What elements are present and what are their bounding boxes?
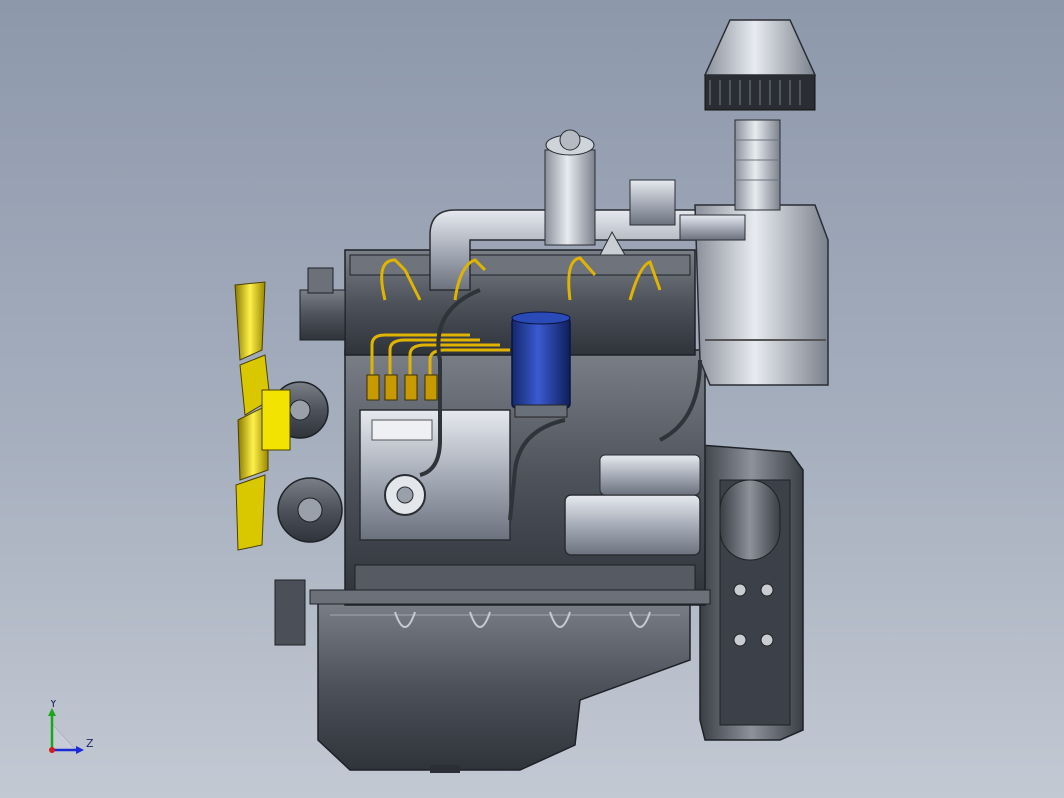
z-axis-arrow bbox=[76, 746, 84, 754]
water-pump bbox=[271, 267, 346, 646]
y-axis-label: Y bbox=[49, 700, 57, 710]
oil-filter bbox=[511, 311, 571, 418]
cad-viewport[interactable] bbox=[0, 0, 1064, 798]
x-axis-dot bbox=[49, 747, 55, 753]
oil-pan bbox=[317, 599, 691, 773]
injection-pump bbox=[359, 409, 511, 541]
z-axis-label: Z bbox=[86, 737, 94, 750]
triad-corner bbox=[51, 723, 77, 751]
coordinate-triad: Y Z bbox=[48, 700, 94, 754]
air-filter bbox=[679, 19, 829, 386]
